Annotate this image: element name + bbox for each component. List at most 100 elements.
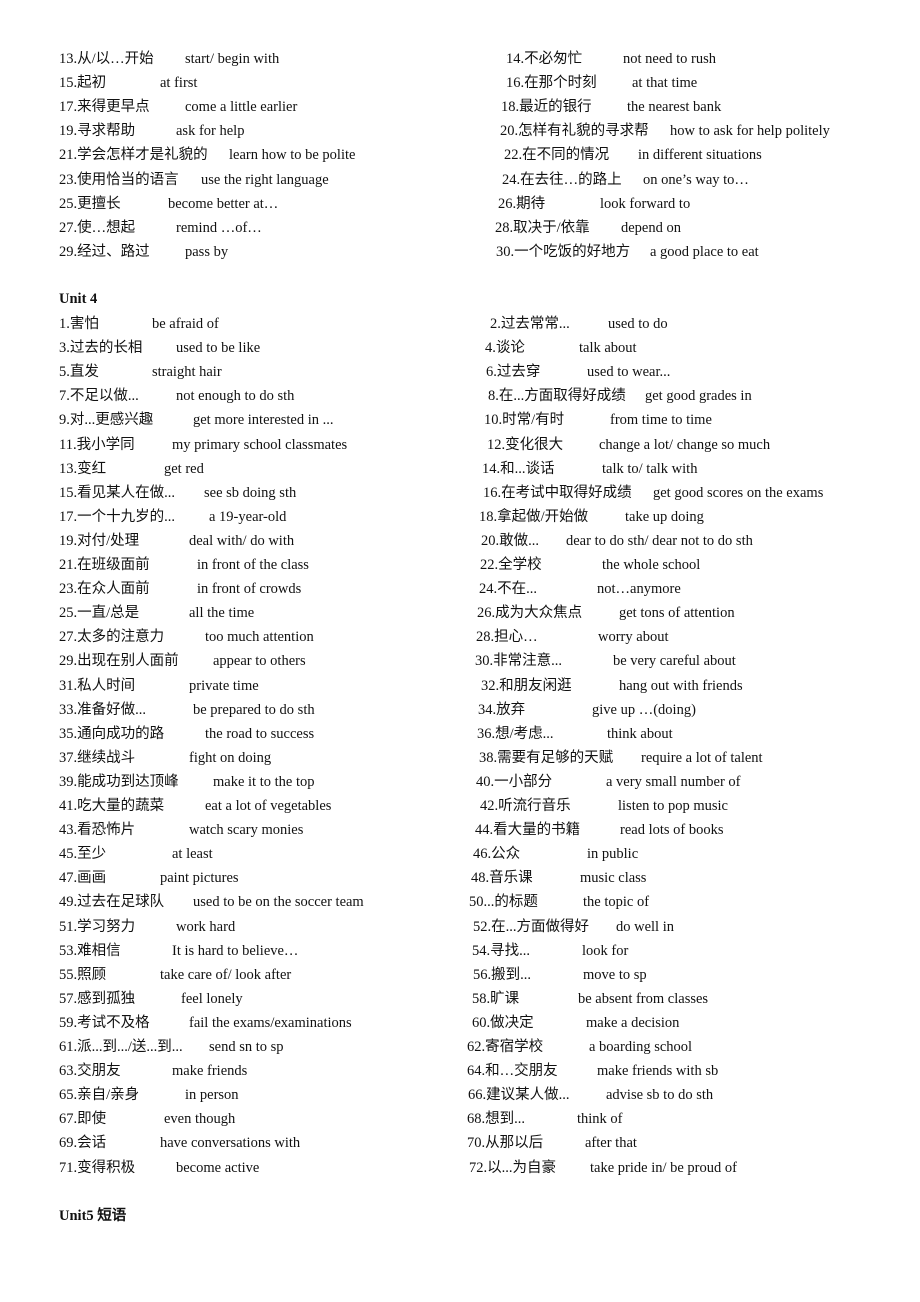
phrase-english: in front of the class — [197, 557, 309, 573]
phrase-english: in different situations — [638, 147, 762, 164]
unit4-phrase-row: 11.我小学同 my primary school classmates 12.变化… — [0, 434, 920, 456]
phrase-chinese: 56.搬到... — [473, 966, 531, 983]
phrase-english: read lots of books — [620, 822, 724, 839]
unit4-phrase-row: 49.过去在足球队 used to be on the soccer team 50… — [0, 891, 920, 913]
phrase-english: look forward to — [600, 195, 691, 212]
phrase-english: the whole school — [602, 557, 701, 573]
unit4-phrase-row: 19.对付/处理 deal with/ do with 20.敢做... dear t… — [0, 530, 920, 552]
phrase-english: take pride in/ be proud of — [590, 1159, 737, 1176]
phrase-english: be prepared to do sth — [193, 701, 315, 718]
phrase-chinese: 36.想/考虑... — [477, 725, 554, 742]
phrase-english: give up …(doing) — [592, 701, 696, 718]
phrase-english: take up doing — [625, 508, 704, 525]
phrase-chinese: 24.不在... — [479, 581, 537, 598]
phrase-english: be very careful about — [613, 653, 736, 670]
phrase-english: straight hair — [152, 364, 222, 381]
phrase-english: become active — [176, 1159, 260, 1176]
unit4-phrase-row: 65.亲自/亲身 in person 66.建议某人做... advise sb to… — [0, 1084, 920, 1106]
phrase-chinese: 1.害怕 — [59, 316, 99, 332]
phrase-english: not…anymore — [597, 581, 681, 598]
unit4-phrase-row: 47.画画 paint pictures 48.音乐课 music class — [0, 867, 920, 889]
phrase-english: the road to success — [205, 725, 315, 742]
phrase-chinese: 59.考试不及格 — [59, 1014, 150, 1031]
phrase-chinese: 62.寄宿学校 — [467, 1039, 544, 1055]
phrase-chinese: 43.看恐怖片 — [59, 822, 136, 839]
unit4-phrase-row: 35.通向成功的路 the road to success 36.想/考虑... th… — [0, 723, 920, 745]
unit4-phrase-row: 59.考试不及格 fail the exams/examinations 60.做决… — [0, 1012, 920, 1034]
phrase-chinese: 65.亲自/亲身 — [59, 1087, 140, 1104]
unit4-phrase-row: 1.害怕 be afraid of 2.过去常常... used to do — [0, 313, 920, 335]
phrase-english: watch scary monies — [189, 822, 304, 839]
phrase-english: send sn to sp — [209, 1039, 284, 1055]
phrase-english: private time — [189, 677, 259, 694]
phrase-english: in front of crowds — [197, 581, 302, 598]
phrase-english: in public — [587, 846, 639, 863]
phrase-english: start/ begin with — [185, 51, 280, 67]
unit4-phrase-row: 41.吃大量的蔬菜 eat a lot of vegetables 42.听流行音乐… — [0, 795, 920, 817]
phrase-chinese: 14.和...谈话 — [482, 460, 555, 477]
phrase-chinese: 11.我小学同 — [59, 436, 135, 453]
phrase-chinese: 33.准备好做... — [59, 701, 146, 718]
unit4-phrase-row: 45.至少 at least 46.公众 in public — [0, 843, 920, 865]
phrase-english: used to wear... — [587, 364, 671, 381]
unit4-phrase-row: 25.一直/总是 all the time 26.成为大众焦点 get tons of… — [0, 602, 920, 624]
phrase-chinese: 23.使用恰当的语言 — [59, 171, 179, 188]
phrase-chinese: 34.放弃 — [478, 701, 526, 718]
phrase-english: a very small number of — [606, 773, 741, 790]
phrase-english: pass by — [185, 243, 229, 260]
unit4-phrase-row: 9.对...更感兴趣 get more interested in ... 10.时… — [0, 409, 920, 431]
phrase-chinese: 28.取决于/依靠 — [495, 219, 590, 236]
phrase-english: at first — [160, 75, 198, 92]
phrase-english: get tons of attention — [619, 605, 735, 622]
phrase-chinese: 68.想到... — [467, 1111, 525, 1128]
phrase-chinese: 39.能成功到达顶峰 — [59, 773, 179, 790]
phrase-english: get good grades in — [645, 388, 752, 405]
phrase-chinese: 40.一小部分 — [476, 773, 553, 790]
phrase-english: think about — [607, 725, 673, 742]
phrase-chinese: 22.在不同的情况 — [504, 147, 610, 164]
phrase-chinese: 16.在考试中取得好成绩 — [483, 484, 632, 501]
phrase-chinese: 72.以...为自豪 — [469, 1159, 556, 1176]
unit5-heading: Unit5 短语 — [59, 1208, 127, 1224]
phrase-english: It is hard to believe… — [172, 942, 299, 959]
phrase-chinese: 13.变红 — [59, 460, 107, 477]
phrase-chinese: 28.担心… — [476, 629, 538, 646]
phrase-english: too much attention — [205, 629, 314, 646]
phrase-chinese: 37.继续战斗 — [59, 749, 136, 766]
phrase-english: change a lot/ change so much — [599, 436, 771, 453]
unit4-phrase-row: 31.私人时间 private time 32.和朋友闲逛 hang out with… — [0, 675, 920, 697]
phrase-english: paint pictures — [160, 870, 239, 887]
phrase-chinese: 3.过去的长相 — [59, 340, 143, 357]
phrase-english: listen to pop music — [618, 798, 728, 814]
phrase-chinese: 35.通向成功的路 — [59, 725, 165, 742]
phrase-english: advise sb to do sth — [606, 1087, 714, 1104]
phrase-english: look for — [582, 942, 629, 959]
phrase-english: not need to rush — [623, 51, 717, 67]
phrase-english: talk about — [579, 340, 637, 357]
phrase-chinese: 22.全学校 — [480, 557, 542, 573]
phrase-chinese: 17.来得更早点 — [59, 99, 150, 116]
phrase-chinese: 32.和朋友闲逛 — [481, 677, 572, 694]
unit4-phrase-row: 67.即使 even though 68.想到... think of — [0, 1108, 920, 1130]
unit4-heading: Unit 4 — [59, 291, 98, 307]
phrase-english: appear to others — [213, 653, 306, 670]
phrase-english: make a decision — [586, 1014, 680, 1031]
phrase-chinese: 20.怎样有礼貌的寻求帮 — [500, 123, 649, 140]
phrase-english: the nearest bank — [627, 99, 722, 116]
intro-phrase-row: 25.更擅长 become better at… 26.期待 look forward… — [0, 193, 920, 215]
unit4-phrase-row: 21.在班级面前 in front of the class 22.全学校 the w… — [0, 554, 920, 576]
phrase-chinese: 50...的标题 — [469, 894, 538, 911]
phrase-chinese: 58.旷课 — [472, 990, 520, 1007]
phrase-chinese: 13.从/以…开始 — [59, 51, 154, 67]
phrase-english: a good place to eat — [650, 243, 759, 260]
unit4-phrase-row: 3.过去的长相 used to be like 4.谈论 talk about — [0, 337, 920, 359]
phrase-english: learn how to be polite — [229, 147, 356, 164]
phrase-chinese: 29.经过、路过 — [59, 243, 150, 260]
unit4-phrase-row: 13.变红 get red 14.和...谈话 talk to/ talk with — [0, 458, 920, 480]
phrase-chinese: 6.过去穿 — [486, 364, 541, 381]
phrase-chinese: 46.公众 — [473, 846, 521, 863]
unit4-phrase-row: 57.感到孤独 feel lonely 58.旷课 be absent from cl… — [0, 988, 920, 1010]
unit4-phrase-row: 33.准备好做... be prepared to do sth 34.放弃 give… — [0, 699, 920, 721]
phrase-chinese: 57.感到孤独 — [59, 990, 136, 1007]
phrase-chinese: 5.直发 — [59, 364, 99, 381]
